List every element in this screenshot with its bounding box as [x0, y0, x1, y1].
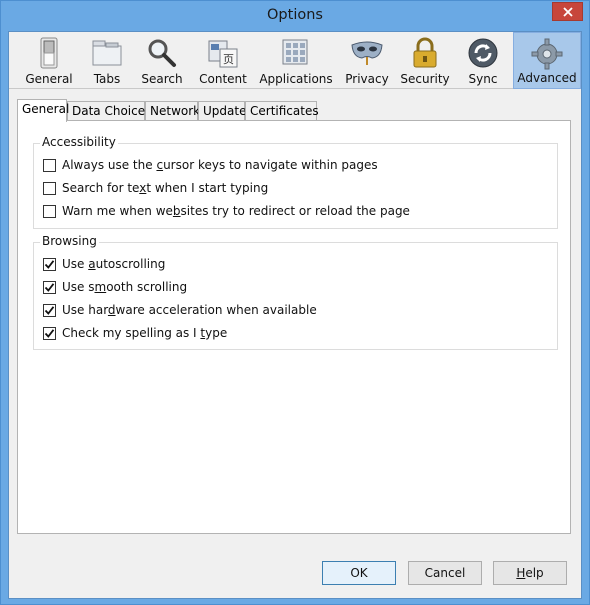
checkbox-label: Search for text when I start typing — [62, 181, 269, 195]
group-legend: Accessibility — [40, 135, 118, 149]
general-tab-panel: Accessibility Always use the cursor keys… — [17, 120, 571, 534]
checkbox[interactable] — [43, 303, 56, 317]
switch-icon — [32, 36, 66, 70]
checkbox-label: Use hardware acceleration when available — [62, 303, 317, 317]
option-cursor-keys[interactable]: Always use the cursor keys to navigate w… — [43, 157, 378, 173]
checkbox-label: Use smooth scrolling — [62, 280, 188, 294]
option-search-text[interactable]: Search for text when I start typing — [43, 180, 268, 196]
window-title: Options — [267, 7, 323, 23]
pane-sync[interactable]: Sync — [459, 32, 507, 89]
content-icon: 页 — [206, 36, 240, 70]
pane-toolbar: General Tabs Search 页 Content Applicatio… — [9, 32, 581, 89]
option-autoscrolling[interactable]: Use autoscrolling — [43, 256, 165, 272]
pane-label: Sync — [468, 72, 498, 86]
title-bar[interactable]: Options — [1, 1, 589, 31]
browsing-group: Browsing Use autoscrolling Use smooth sc… — [33, 234, 558, 350]
checkbox[interactable] — [43, 204, 56, 218]
checkbox-label: Warn me when websites try to redirect or… — [62, 204, 410, 218]
magnifier-icon — [145, 36, 179, 70]
pane-label: Search — [141, 72, 183, 86]
option-spell-check[interactable]: Check my spelling as I type — [43, 325, 227, 341]
tab-certificates[interactable]: Certificates — [245, 101, 319, 121]
checkbox-label: Check my spelling as I type — [62, 326, 228, 340]
checkbox[interactable] — [43, 257, 56, 271]
pane-label: Privacy — [345, 72, 389, 86]
options-window: Options General Tabs Search 页 Content Ap… — [0, 0, 590, 605]
accessibility-group: Accessibility Always use the cursor keys… — [33, 135, 558, 229]
close-icon — [562, 6, 573, 17]
checkmark-icon — [44, 328, 55, 338]
padlock-icon — [408, 36, 442, 70]
options-client-area: General Tabs Search 页 Content Applicatio… — [8, 31, 582, 599]
checkbox-label: Use autoscrolling — [62, 257, 166, 271]
option-hardware-acceleration[interactable]: Use hardware acceleration when available — [43, 302, 317, 318]
checkbox[interactable] — [43, 280, 56, 294]
pane-label: General — [25, 72, 73, 86]
pane-label: Advanced — [517, 71, 577, 85]
svg-text:页: 页 — [223, 53, 234, 66]
pane-tabs[interactable]: Tabs — [85, 32, 129, 89]
pane-label: Tabs — [93, 72, 121, 86]
pane-privacy[interactable]: Privacy — [341, 32, 393, 89]
tabs-icon — [90, 36, 124, 70]
help-button[interactable]: Help — [493, 561, 567, 585]
checkbox[interactable] — [43, 158, 56, 172]
gear-icon — [530, 37, 564, 71]
sync-icon — [466, 36, 500, 70]
option-warn-redirect[interactable]: Warn me when websites try to redirect or… — [43, 203, 410, 219]
pane-security[interactable]: Security — [399, 32, 451, 89]
checkmark-icon — [44, 282, 55, 292]
checkbox[interactable] — [43, 181, 56, 195]
pane-applications[interactable]: Applications — [257, 32, 335, 89]
applications-icon — [279, 36, 313, 70]
checkmark-icon — [44, 259, 55, 269]
group-legend: Browsing — [40, 234, 99, 248]
tab-data-choices[interactable]: Data Choices — [67, 101, 151, 121]
checkbox[interactable] — [43, 326, 56, 340]
cancel-button[interactable]: Cancel — [408, 561, 482, 585]
pane-general[interactable]: General — [13, 32, 85, 89]
pane-search[interactable]: Search — [137, 32, 187, 89]
tab-general[interactable]: General — [17, 99, 69, 122]
tab-update[interactable]: Update — [198, 101, 246, 121]
pane-advanced[interactable]: Advanced — [513, 32, 581, 89]
tab-network[interactable]: Network — [145, 101, 200, 121]
checkmark-icon — [44, 305, 55, 315]
pane-label: Content — [199, 72, 247, 86]
ok-button[interactable]: OK — [322, 561, 396, 585]
checkbox-label: Always use the cursor keys to navigate w… — [62, 158, 378, 172]
mask-icon — [350, 36, 384, 70]
pane-label: Applications — [259, 72, 333, 86]
close-button[interactable] — [552, 2, 583, 21]
pane-content[interactable]: 页 Content — [195, 32, 251, 89]
pane-label: Security — [400, 72, 450, 86]
option-smooth-scrolling[interactable]: Use smooth scrolling — [43, 279, 187, 295]
